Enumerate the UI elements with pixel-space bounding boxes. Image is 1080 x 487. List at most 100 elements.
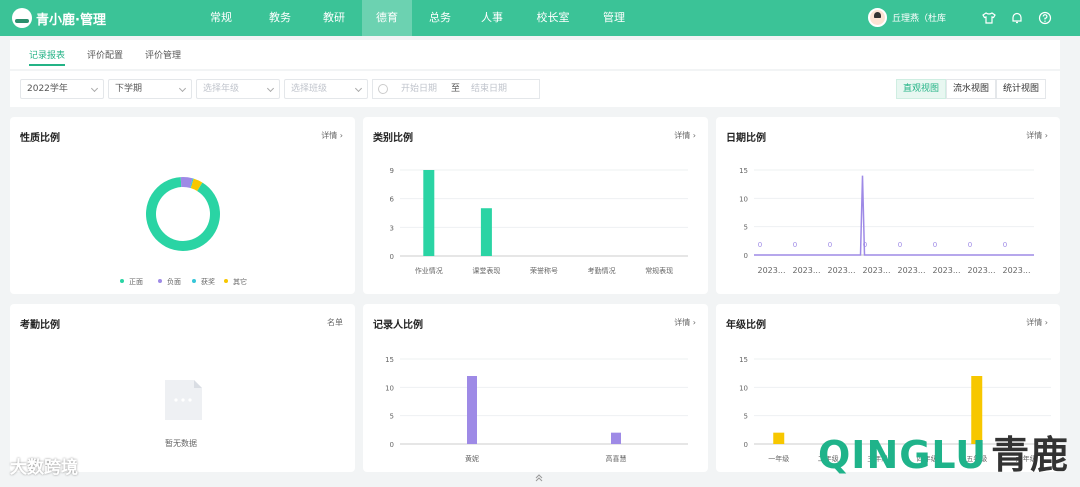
x-tick-label: 考勤情况	[588, 266, 616, 275]
user-menu[interactable]: 丘理燕（杜库	[868, 8, 946, 27]
y-tick-label: 3	[390, 224, 394, 232]
donut-slice	[146, 177, 220, 251]
legend-label: 获奖	[201, 277, 215, 286]
date-separator: 至	[451, 84, 461, 94]
x-tick-label: 2023...	[1003, 266, 1031, 275]
x-tick-label: 荣誉称号	[530, 266, 558, 275]
y-tick-label: 10	[739, 195, 748, 203]
bar	[423, 170, 435, 256]
help-icon[interactable]	[1038, 10, 1052, 25]
point-label: 0	[933, 241, 937, 249]
bar	[480, 208, 492, 256]
user-name: 丘理燕（杜库	[892, 14, 947, 24]
y-tick-label: 9	[390, 167, 394, 175]
bar	[467, 376, 477, 444]
category-bar-chart: 0 3 6 9 作业情况 课堂表现 荣誉称号 考勤情况 常规表现	[390, 167, 688, 275]
nav-item-admin[interactable]: 管理	[588, 0, 640, 36]
top-navbar: 青小鹿·管理 常规 教务 教研 德育 总务 人事 校长室 管理 丘理燕（杜库	[0, 0, 1080, 36]
tab-record-report[interactable]: 记录报表	[29, 48, 66, 66]
bar	[773, 432, 785, 444]
sub-tabs: 记录报表 评价配置 评价管理	[10, 40, 1060, 69]
category-card: 类别比例 详情 › 0 3 6 9 作业情况 课堂表现 荣誉称号 考勤情况 常规表现	[363, 117, 708, 294]
nav-item-principal[interactable]: 校长室	[522, 0, 584, 36]
nav-item-moral[interactable]: 德育	[362, 0, 412, 36]
y-tick-label: 5	[744, 413, 748, 421]
x-tick-label: 高喜慧	[606, 454, 627, 463]
clock-icon	[378, 84, 388, 94]
class-select[interactable]: 选择班级	[284, 79, 368, 99]
point-label: 0	[898, 241, 902, 249]
legend-dot	[224, 279, 228, 283]
point-label: 0	[968, 241, 972, 249]
x-tick-label: 一年级	[768, 454, 789, 463]
x-tick-label: 2023...	[828, 266, 856, 275]
legend-label: 正面	[129, 278, 143, 286]
start-date-input[interactable]: 开始日期	[401, 80, 437, 98]
chevron-down-icon	[90, 84, 99, 93]
x-tick-label: 作业情况	[415, 266, 443, 275]
x-tick-label: 2023...	[933, 266, 961, 275]
bar	[611, 432, 621, 444]
class-placeholder: 选择班级	[291, 84, 328, 94]
x-tick-label: 2023...	[758, 266, 786, 275]
x-tick-label: 2023...	[863, 266, 891, 275]
y-tick-label: 6	[390, 196, 395, 204]
legend-dot	[120, 279, 124, 283]
point-label: 0	[863, 241, 867, 249]
filter-bar: 2022学年 下学期 选择年级 选择班级 开始日期 至 结束日期 直观视图 流水…	[10, 71, 1060, 107]
y-tick-label: 5	[744, 224, 748, 232]
view-visual-button[interactable]: 直观视图	[896, 79, 947, 99]
point-label: 0	[1003, 241, 1007, 249]
chevron-down-icon	[266, 84, 275, 93]
x-tick-label: 2023...	[968, 266, 996, 275]
nav-item-routine[interactable]: 常规	[196, 0, 246, 36]
x-tick-label: 课堂表现	[472, 266, 500, 275]
attendance-card: 考勤比例 名单 暂无数据	[10, 304, 355, 472]
deer-logo-icon	[12, 8, 32, 28]
end-date-input[interactable]: 结束日期	[471, 80, 507, 98]
nav-item-research[interactable]: 教研	[306, 0, 362, 36]
y-tick-label: 0	[744, 252, 748, 260]
bell-icon[interactable]	[1010, 10, 1024, 24]
avatar	[868, 8, 887, 27]
scroll-up-icon[interactable]	[534, 472, 544, 482]
view-stats-button[interactable]: 统计视图	[996, 79, 1047, 99]
x-tick-label: 2023...	[898, 266, 926, 275]
main-nav: 常规 教务 教研 德育 总务 人事 校长室 管理	[196, 0, 640, 36]
nav-item-general[interactable]: 总务	[412, 0, 468, 36]
view-flow-button[interactable]: 流水视图	[946, 79, 997, 99]
term-select[interactable]: 下学期	[108, 79, 192, 99]
empty-text: 暂无数据	[165, 439, 197, 448]
nature-donut-chart: 正面 负面 获奖 其它	[120, 177, 247, 286]
y-tick-label: 10	[739, 384, 748, 392]
chevron-down-icon	[354, 84, 363, 93]
app-logo[interactable]: 青小鹿·管理	[12, 7, 106, 29]
recorder-bar-chart: 0 5 10 15 黄妮 高喜慧	[385, 356, 688, 463]
legend-dot	[192, 279, 196, 283]
point-label: 0	[828, 241, 832, 249]
y-tick-label: 15	[385, 356, 394, 364]
watermark-right: QINGLU 青鹿	[818, 424, 1069, 479]
x-tick-label: 2023...	[793, 266, 821, 275]
nav-item-hr[interactable]: 人事	[468, 0, 516, 36]
x-tick-label: 常规表现	[645, 266, 673, 275]
y-tick-label: 5	[390, 413, 394, 421]
date-card: 日期比例 详情 › 0 5 10 15 2023... 0 2023... 0 2023... 0…	[716, 117, 1060, 294]
date-range-picker[interactable]: 开始日期 至 结束日期	[372, 79, 540, 99]
tab-eval-manage[interactable]: 评价管理	[145, 48, 181, 61]
x-tick-label: 黄妮	[465, 454, 479, 463]
term-value: 下学期	[115, 84, 143, 94]
nav-item-academic[interactable]: 教务	[252, 0, 308, 36]
y-tick-label: 0	[390, 441, 394, 449]
grade-select[interactable]: 选择年级	[196, 79, 280, 99]
app-brand: 青小鹿·管理	[36, 12, 106, 28]
y-tick-label: 15	[739, 356, 748, 364]
year-select[interactable]: 2022学年	[20, 79, 104, 99]
empty-file-icon	[165, 380, 202, 420]
tab-eval-config[interactable]: 评价配置	[87, 48, 123, 61]
legend-dot	[158, 279, 162, 283]
shirt-icon[interactable]	[982, 10, 996, 24]
year-value: 2022学年	[27, 84, 68, 94]
point-label: 0	[758, 241, 762, 249]
chevron-down-icon	[178, 84, 187, 93]
